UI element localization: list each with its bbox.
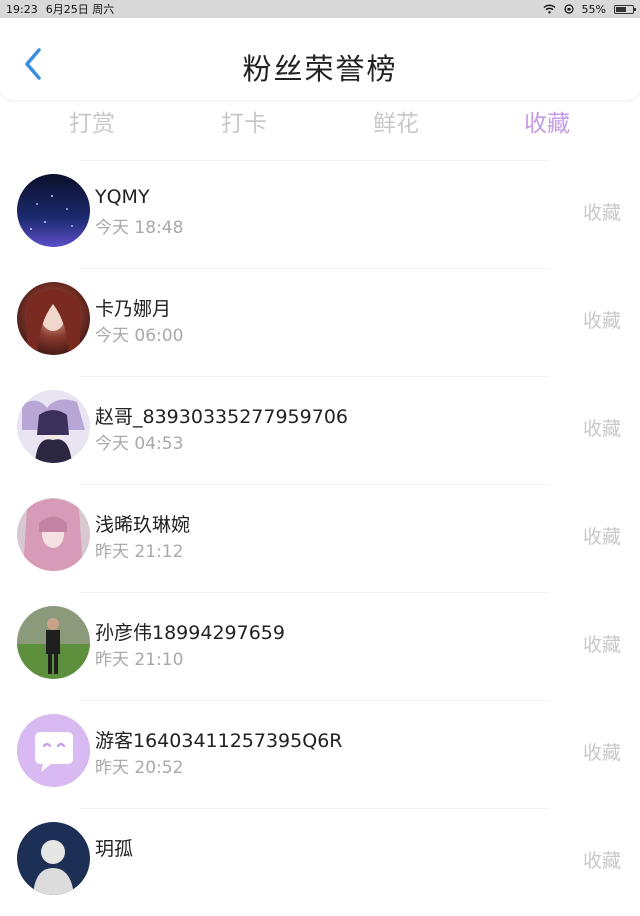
list-item[interactable]: 赵哥_83930335277959706 今天 04:53 收藏 (0, 376, 640, 484)
battery-percent: 55% (581, 2, 606, 16)
tab-flowers[interactable]: 鲜花 (336, 104, 456, 138)
favorite-label: 收藏 (582, 526, 621, 548)
user-name: 浅晞玖琳婉 (95, 514, 191, 536)
avatar[interactable] (17, 714, 90, 787)
page-title: 粉丝荣誉榜 (242, 52, 398, 86)
favorite-time: 昨天 21:10 (95, 650, 184, 670)
favorite-time: 今天 04:53 (95, 434, 184, 454)
avatar[interactable] (17, 498, 90, 571)
avatar[interactable] (17, 282, 90, 355)
avatar[interactable] (17, 606, 90, 679)
user-name: 孙彦伟18994297659 (95, 622, 285, 644)
divider (80, 700, 550, 701)
favorite-label: 收藏 (582, 742, 621, 764)
list-item[interactable]: 游客16403411257395Q6R 昨天 20:52 收藏 (0, 700, 640, 808)
favorite-label: 收藏 (582, 202, 621, 224)
orientation-lock-icon (563, 4, 574, 14)
tab-bar: 打赏 打卡 鲜花 收藏 (0, 104, 640, 140)
favorite-label: 收藏 (582, 418, 621, 440)
list-item[interactable]: 玥孤 收藏 (0, 808, 640, 916)
tab-favorites[interactable]: 收藏 (487, 104, 607, 138)
list-item[interactable]: 浅晞玖琳婉 昨天 21:12 收藏 (0, 484, 640, 592)
user-name: 玥孤 (95, 838, 134, 860)
user-name: 赵哥_83930335277959706 (95, 406, 349, 428)
status-time: 19:23 (6, 2, 38, 16)
favorite-time: 今天 18:48 (95, 218, 184, 238)
user-name: YQMY (95, 186, 150, 208)
favorite-label: 收藏 (582, 634, 621, 656)
favorite-label: 收藏 (582, 850, 621, 872)
tab-checkin[interactable]: 打卡 (184, 104, 304, 138)
avatar[interactable] (17, 822, 90, 895)
divider (80, 808, 550, 809)
list-item[interactable]: YQMY 今天 18:48 收藏 (0, 160, 640, 268)
battery-fill (616, 6, 626, 12)
battery-icon (614, 4, 636, 14)
list-item[interactable]: 孙彦伟18994297659 昨天 21:10 收藏 (0, 592, 640, 700)
header: 粉丝荣誉榜 (0, 18, 640, 100)
tab-reward[interactable]: 打赏 (32, 104, 152, 138)
divider (80, 484, 550, 485)
wifi-icon (543, 4, 556, 14)
divider (80, 160, 550, 161)
status-bar: 19:23 6月25日 周六 55% (0, 0, 640, 18)
favorite-label: 收藏 (582, 310, 621, 332)
favorite-time: 今天 06:00 (95, 326, 184, 346)
user-name: 卡乃娜月 (95, 298, 172, 320)
avatar[interactable] (17, 390, 90, 463)
list-item[interactable]: 卡乃娜月 今天 06:00 收藏 (0, 268, 640, 376)
divider (80, 376, 550, 377)
divider (80, 592, 550, 593)
status-date: 6月25日 周六 (45, 3, 115, 16)
favorite-time: 昨天 21:12 (95, 542, 184, 562)
status-right: 55% (543, 2, 636, 16)
divider (80, 268, 550, 269)
avatar[interactable] (17, 174, 90, 247)
status-left: 19:23 6月25日 周六 (6, 1, 114, 17)
favorite-time: 昨天 20:52 (95, 758, 184, 778)
user-name: 游客16403411257395Q6R (95, 730, 343, 752)
